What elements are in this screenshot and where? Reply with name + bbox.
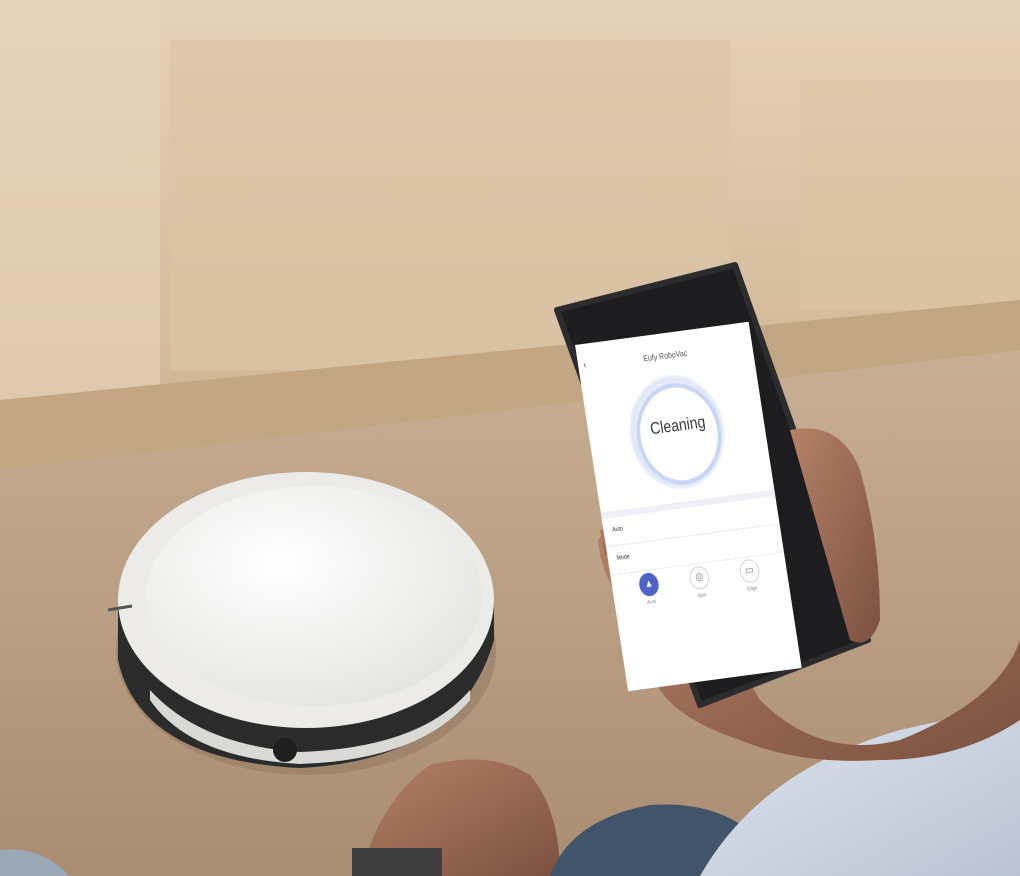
mode-label: Auto — [646, 598, 657, 607]
photo-scene: ‹ Eufy RoboVac Cleaning Auto Mode ▲ Auto… — [0, 0, 1020, 876]
mode-spot-button[interactable]: ◎ Spot — [672, 563, 729, 602]
row-label: Auto — [611, 525, 624, 534]
mode-label: Edge — [746, 585, 758, 593]
mode-label: Spot — [697, 591, 707, 600]
target-icon: ◎ — [687, 565, 711, 591]
mode-auto-button[interactable]: ▲ Auto — [621, 570, 678, 609]
triangle-icon: ▲ — [637, 571, 661, 598]
mode-edge-button[interactable]: ▭ Edge — [722, 556, 779, 595]
smartphone — [554, 262, 880, 708]
row-label: Mode — [616, 553, 631, 563]
edge-icon: ▭ — [738, 558, 761, 584]
